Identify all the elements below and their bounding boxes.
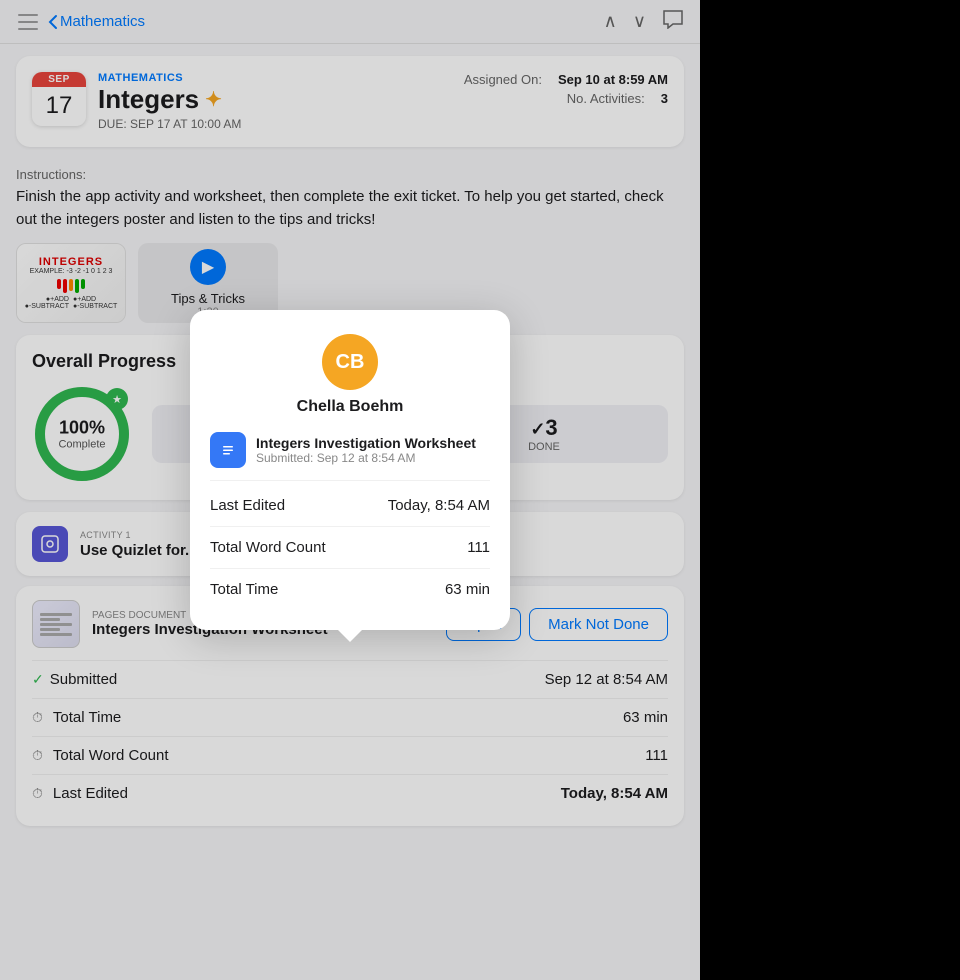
popup-last-edited-value: Today, 8:54 AM [388, 497, 490, 514]
popup-doc-row: Integers Investigation Worksheet Submitt… [210, 432, 490, 481]
popup-total-time-label: Total Time [210, 581, 278, 598]
popup-total-time-row: Total Time 63 min [210, 569, 490, 610]
popup-doc-name: Integers Investigation Worksheet [256, 435, 476, 451]
student-name: Chella Boehm [210, 398, 490, 416]
popup-word-count-row: Total Word Count 111 [210, 527, 490, 569]
popup-total-time-value: 63 min [445, 581, 490, 598]
popup-overlay: CB Chella Boehm Integers Investigation W… [0, 0, 700, 980]
student-avatar: CB [322, 334, 378, 390]
popup-doc-info: Integers Investigation Worksheet Submitt… [256, 435, 476, 465]
popup-word-count-value: 111 [467, 539, 490, 556]
doc-icon [210, 432, 246, 468]
popup-doc-submitted: Submitted: Sep 12 at 8:54 AM [256, 451, 476, 465]
popup-last-edited-label: Last Edited [210, 497, 285, 514]
popup-last-edited-row: Last Edited Today, 8:54 AM [210, 485, 490, 527]
popup-word-count-label: Total Word Count [210, 539, 326, 556]
student-popup: CB Chella Boehm Integers Investigation W… [190, 310, 510, 630]
